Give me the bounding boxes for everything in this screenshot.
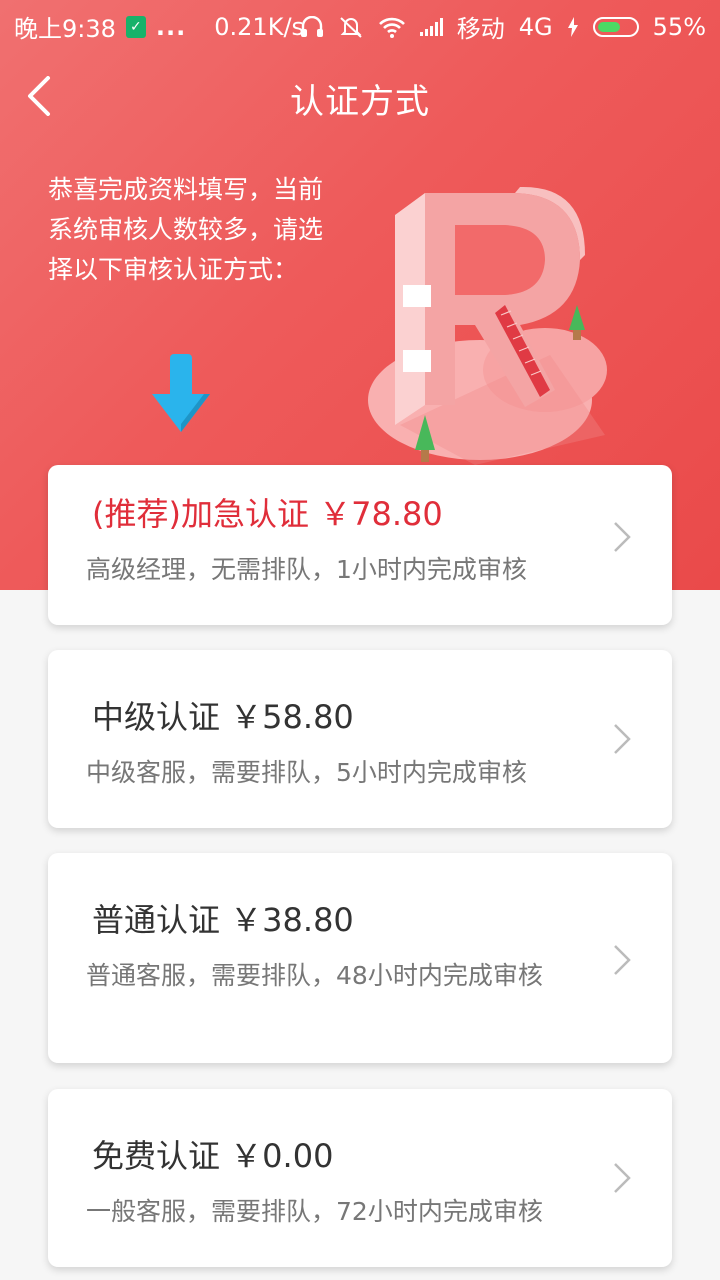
chevron-right-icon	[614, 724, 631, 754]
option-title: (推荐)加急认证 ￥78.80	[92, 495, 443, 533]
option-title: 普通认证 ￥38.80	[92, 901, 354, 939]
option-card-intermediate[interactable]: 中级认证 ￥58.80 中级客服，需要排队，5小时内完成审核	[48, 650, 672, 828]
intro-text: 恭喜完成资料填写，当前系统审核人数较多，请选择以下审核认证方式：	[48, 175, 324, 284]
mute-icon	[340, 16, 362, 38]
carrier-name: 移动	[456, 15, 505, 43]
status-bar: 晚上9:38 ✓ ... 0.21K/s 移动 4G 55%	[0, 0, 720, 48]
battery-icon	[592, 16, 639, 37]
status-time: 晚上9:38	[14, 15, 116, 43]
option-description: 普通客服，需要排队，48小时内完成审核	[86, 961, 543, 990]
wifi-icon	[378, 17, 405, 38]
letter-r-illustration	[368, 186, 607, 465]
network-speed: 0.21K/s	[214, 12, 305, 41]
shield-icon: ✓	[125, 15, 146, 38]
option-description: 高级经理，无需排队，1小时内完成审核	[86, 555, 527, 584]
network-type: 4G	[518, 12, 553, 41]
option-description: 一般客服，需要排队，72小时内完成审核	[86, 1197, 543, 1226]
option-card-free[interactable]: 免费认证 ￥0.00 一般客服，需要排队，72小时内完成审核	[48, 1089, 672, 1267]
arrow-down-icon	[152, 354, 210, 432]
option-card-standard[interactable]: 普通认证 ￥38.80 普通客服，需要排队，48小时内完成审核	[48, 853, 672, 1063]
headset-icon	[300, 15, 323, 37]
chevron-right-icon	[614, 522, 631, 552]
chevron-right-icon	[614, 1163, 631, 1193]
more-notifications-indicator: ...	[155, 12, 187, 41]
page-title: 认证方式	[290, 82, 430, 122]
option-description: 中级客服，需要排队，5小时内完成审核	[86, 758, 527, 787]
signal-icon	[419, 17, 443, 36]
nav-bar: 认证方式	[0, 48, 720, 144]
option-title: 免费认证 ￥0.00	[92, 1137, 334, 1175]
option-card-express[interactable]: (推荐)加急认证 ￥78.80 高级经理，无需排队，1小时内完成审核	[48, 465, 672, 625]
chevron-right-icon	[614, 945, 631, 975]
charging-icon	[567, 16, 578, 37]
battery-percent: 55%	[652, 12, 706, 41]
option-title: 中级认证 ￥58.80	[92, 698, 354, 736]
